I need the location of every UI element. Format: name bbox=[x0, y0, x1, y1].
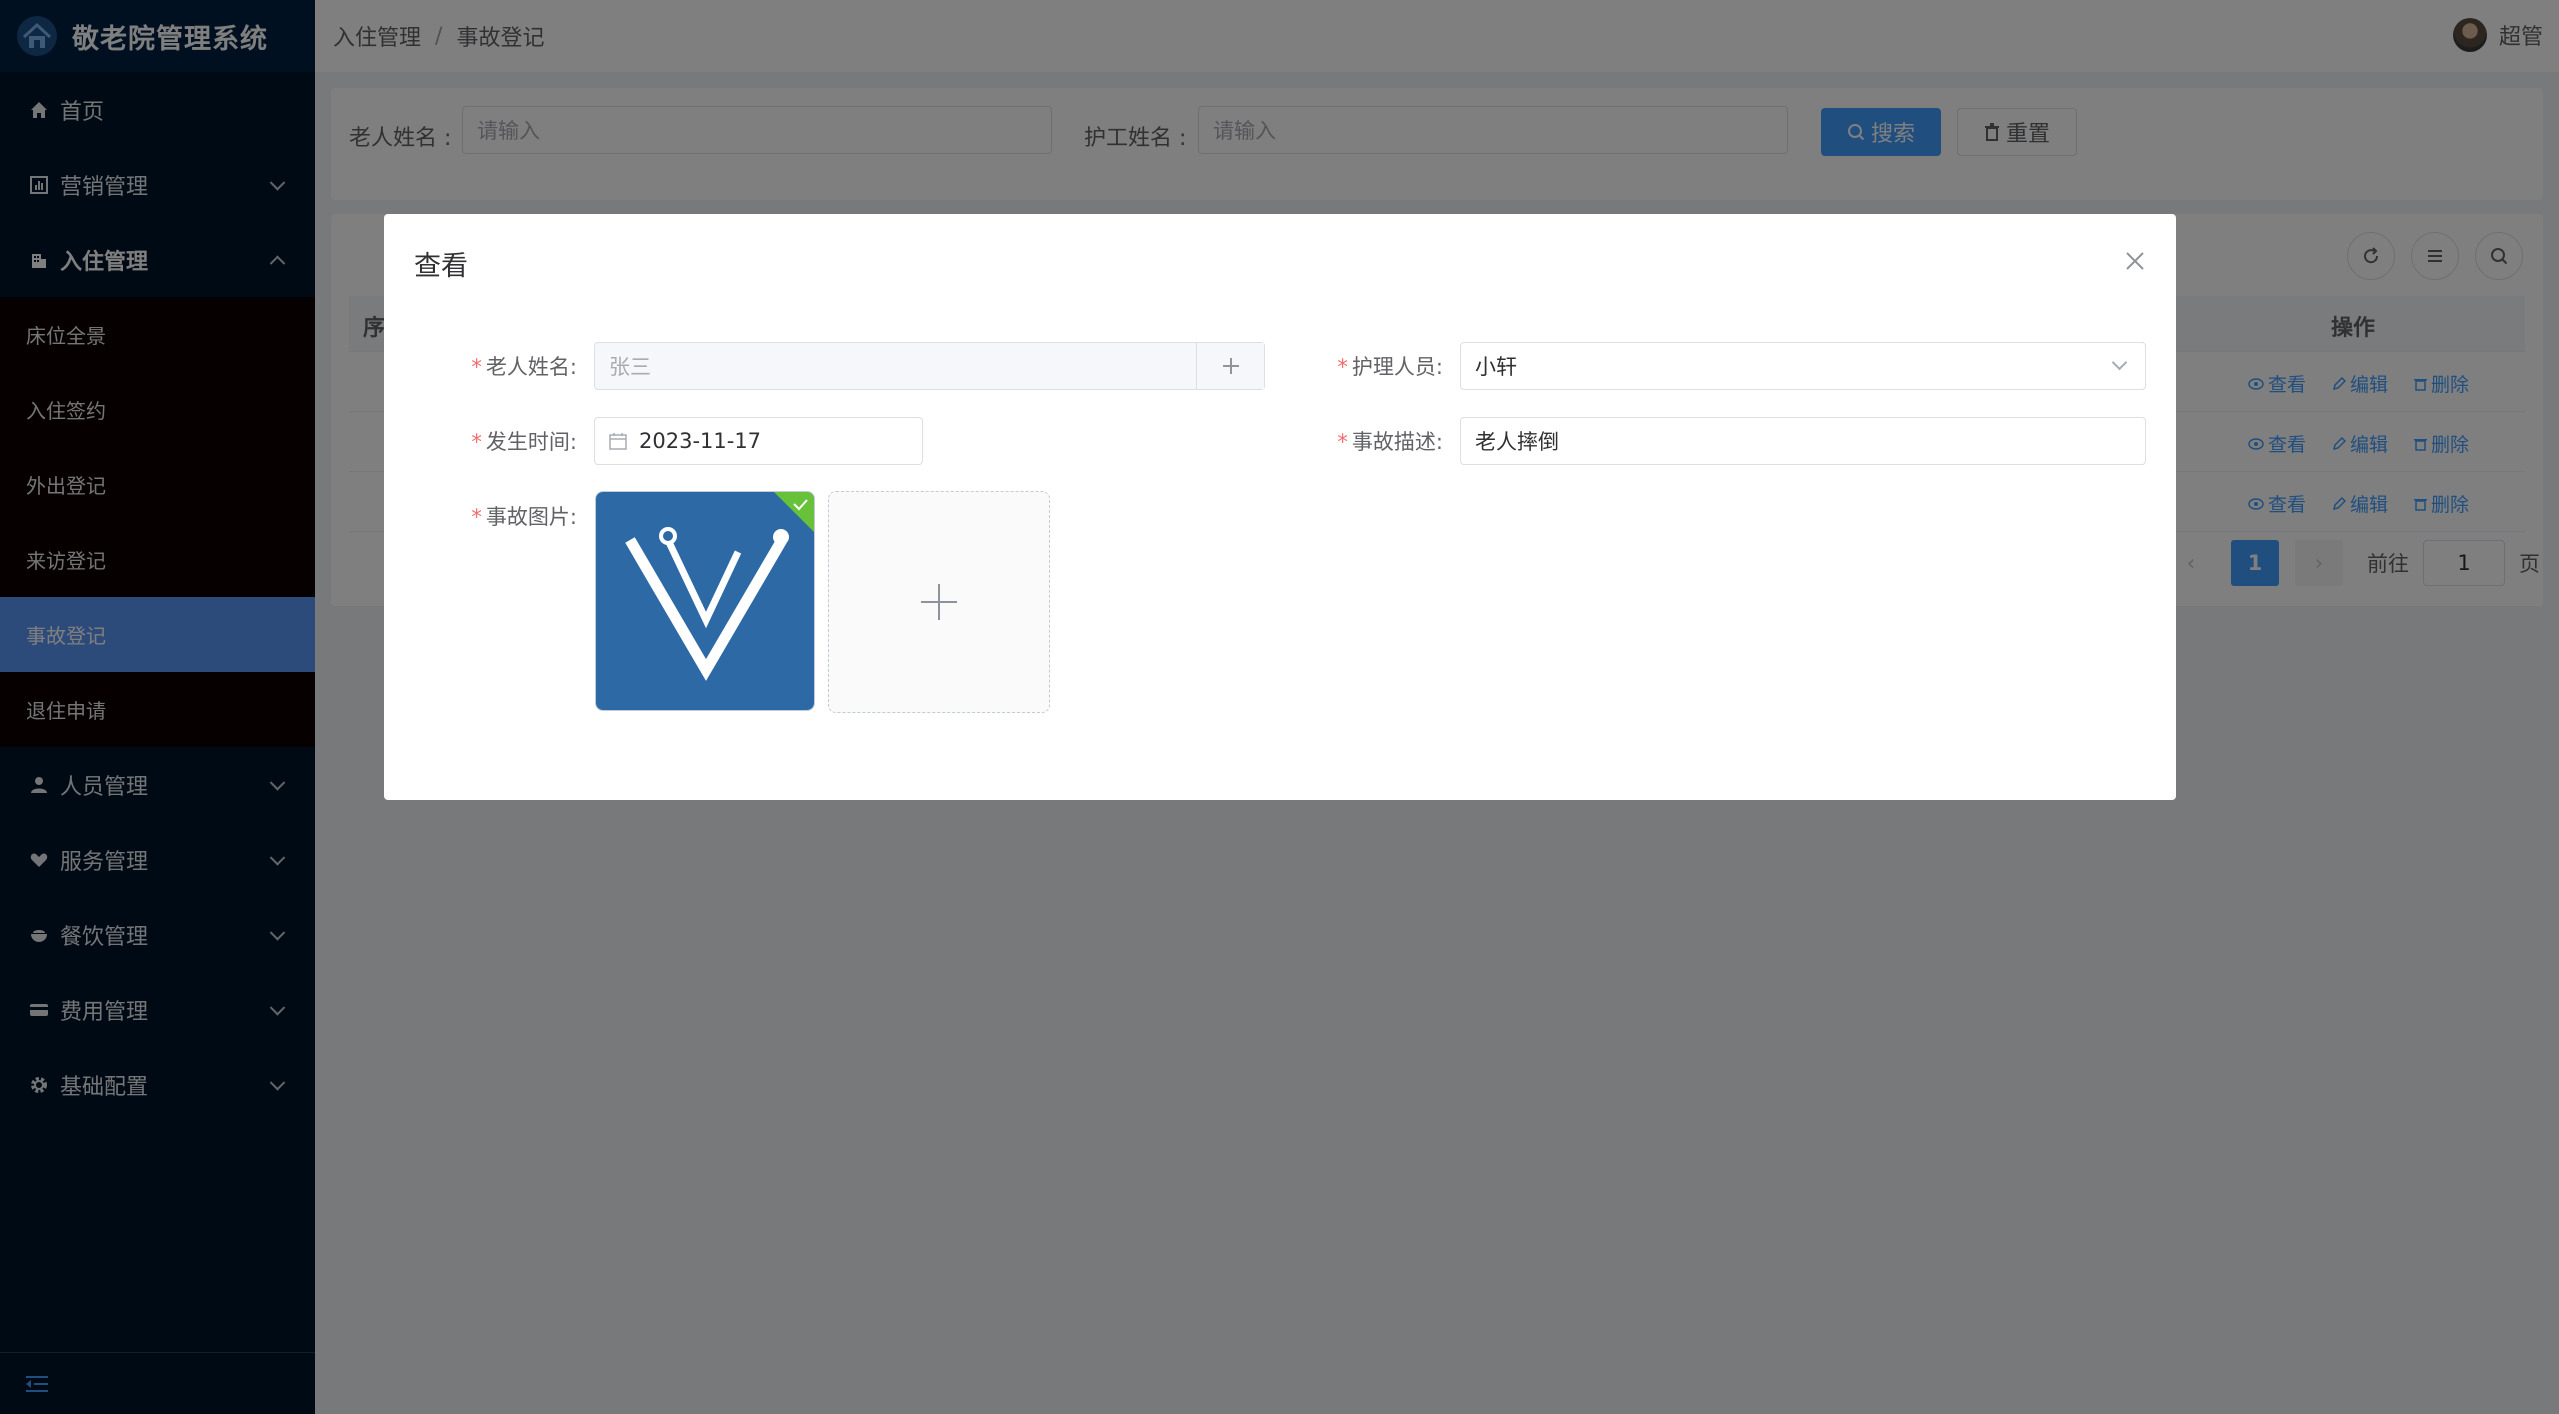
image-label-text: 事故图片: bbox=[485, 505, 577, 529]
uploaded-image-thumbnail[interactable] bbox=[595, 491, 815, 711]
upload-add-button[interactable] bbox=[828, 491, 1050, 713]
description-label: * 事故描述: bbox=[1337, 430, 1443, 454]
calendar-icon bbox=[609, 433, 627, 450]
nurse-value: 小轩 bbox=[1475, 355, 1517, 379]
nurse-label: * 护理人员: bbox=[1337, 355, 1443, 379]
elder-name-label: * 老人姓名: bbox=[471, 355, 577, 379]
description-label-text: 事故描述: bbox=[1351, 430, 1443, 454]
nurse-label-text: 护理人员: bbox=[1351, 355, 1443, 379]
plus-icon bbox=[921, 584, 957, 620]
description-input[interactable]: 老人摔倒 bbox=[1460, 417, 2146, 465]
elder-name-field: 张三 bbox=[594, 342, 1265, 390]
time-value: 2023-11-17 bbox=[639, 429, 762, 453]
time-label-text: 发生时间: bbox=[485, 430, 577, 454]
elder-name-label-text: 老人姓名: bbox=[485, 355, 577, 379]
upload-success-icon bbox=[774, 492, 814, 532]
image-label: * 事故图片: bbox=[471, 505, 577, 529]
elder-name-value: 张三 bbox=[609, 355, 651, 379]
plus-icon bbox=[1222, 358, 1239, 374]
time-label: * 发生时间: bbox=[471, 430, 577, 454]
nurse-select[interactable]: 小轩 bbox=[1460, 342, 2146, 390]
close-icon[interactable] bbox=[2124, 250, 2146, 272]
dialog-title: 查看 bbox=[414, 251, 468, 282]
view-dialog: 查看 * 老人姓名: 张三 * 护理人员: 小轩 * 发生时间: 2023-11-17… bbox=[384, 214, 2176, 800]
chevron-down-icon bbox=[2111, 354, 2128, 371]
add-elder-button[interactable] bbox=[1196, 343, 1264, 389]
date-picker[interactable]: 2023-11-17 bbox=[594, 417, 923, 465]
description-value: 老人摔倒 bbox=[1475, 430, 1559, 454]
